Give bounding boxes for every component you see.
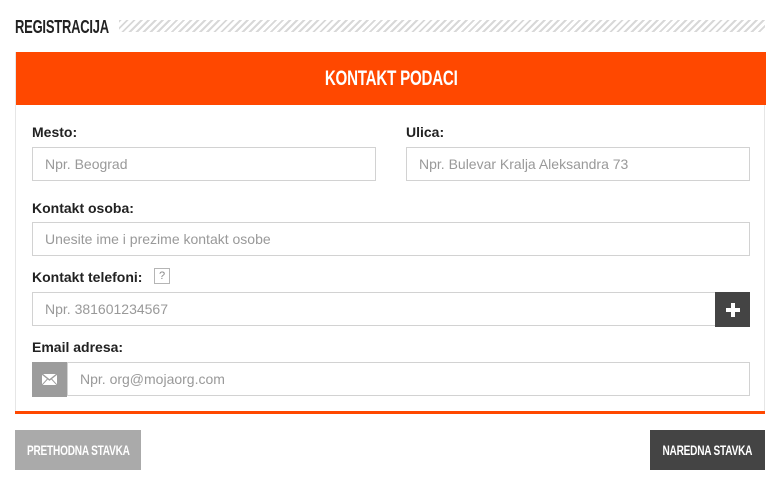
page-title-text: REGISTRACIJA <box>15 16 109 37</box>
email-icon-box <box>32 362 67 397</box>
kontakt-osoba-input[interactable]: Unesite ime i prezime kontakt osobe <box>32 222 750 256</box>
next-button[interactable]: NAREDNA STAVKA <box>650 430 765 470</box>
section-title: KONTAKT PODACI <box>324 66 458 90</box>
mesto-label: Mesto: <box>32 124 78 140</box>
ulica-label: Ulica: <box>406 124 445 140</box>
ulica-input[interactable]: Npr. Bulevar Kralja Aleksandra 73 <box>406 147 750 181</box>
add-phone-button[interactable] <box>715 292 750 327</box>
email-label: Email adresa: <box>32 339 124 355</box>
kontakt-osoba-label: Kontakt osoba: <box>32 200 134 216</box>
prev-button-label: PRETHODNA STAVKA <box>26 442 130 458</box>
mesto-input[interactable]: Npr. Beograd <box>32 147 376 181</box>
plus-icon <box>725 302 740 317</box>
envelope-icon <box>42 374 57 385</box>
title-stripes-decoration <box>119 20 765 32</box>
help-icon[interactable]: ? <box>154 268 170 284</box>
kontakt-telefoni-label: Kontakt telefoni: <box>32 269 143 285</box>
section-header: KONTAKT PODACI <box>16 52 766 105</box>
card-bottom-border <box>15 411 765 414</box>
prev-button[interactable]: PRETHODNA STAVKA <box>15 430 141 470</box>
next-button-label: NAREDNA STAVKA <box>662 442 753 458</box>
email-input[interactable]: Npr. org@mojaorg.com <box>67 362 750 396</box>
kontakt-telefoni-input[interactable]: Npr. 381601234567 <box>32 292 716 326</box>
